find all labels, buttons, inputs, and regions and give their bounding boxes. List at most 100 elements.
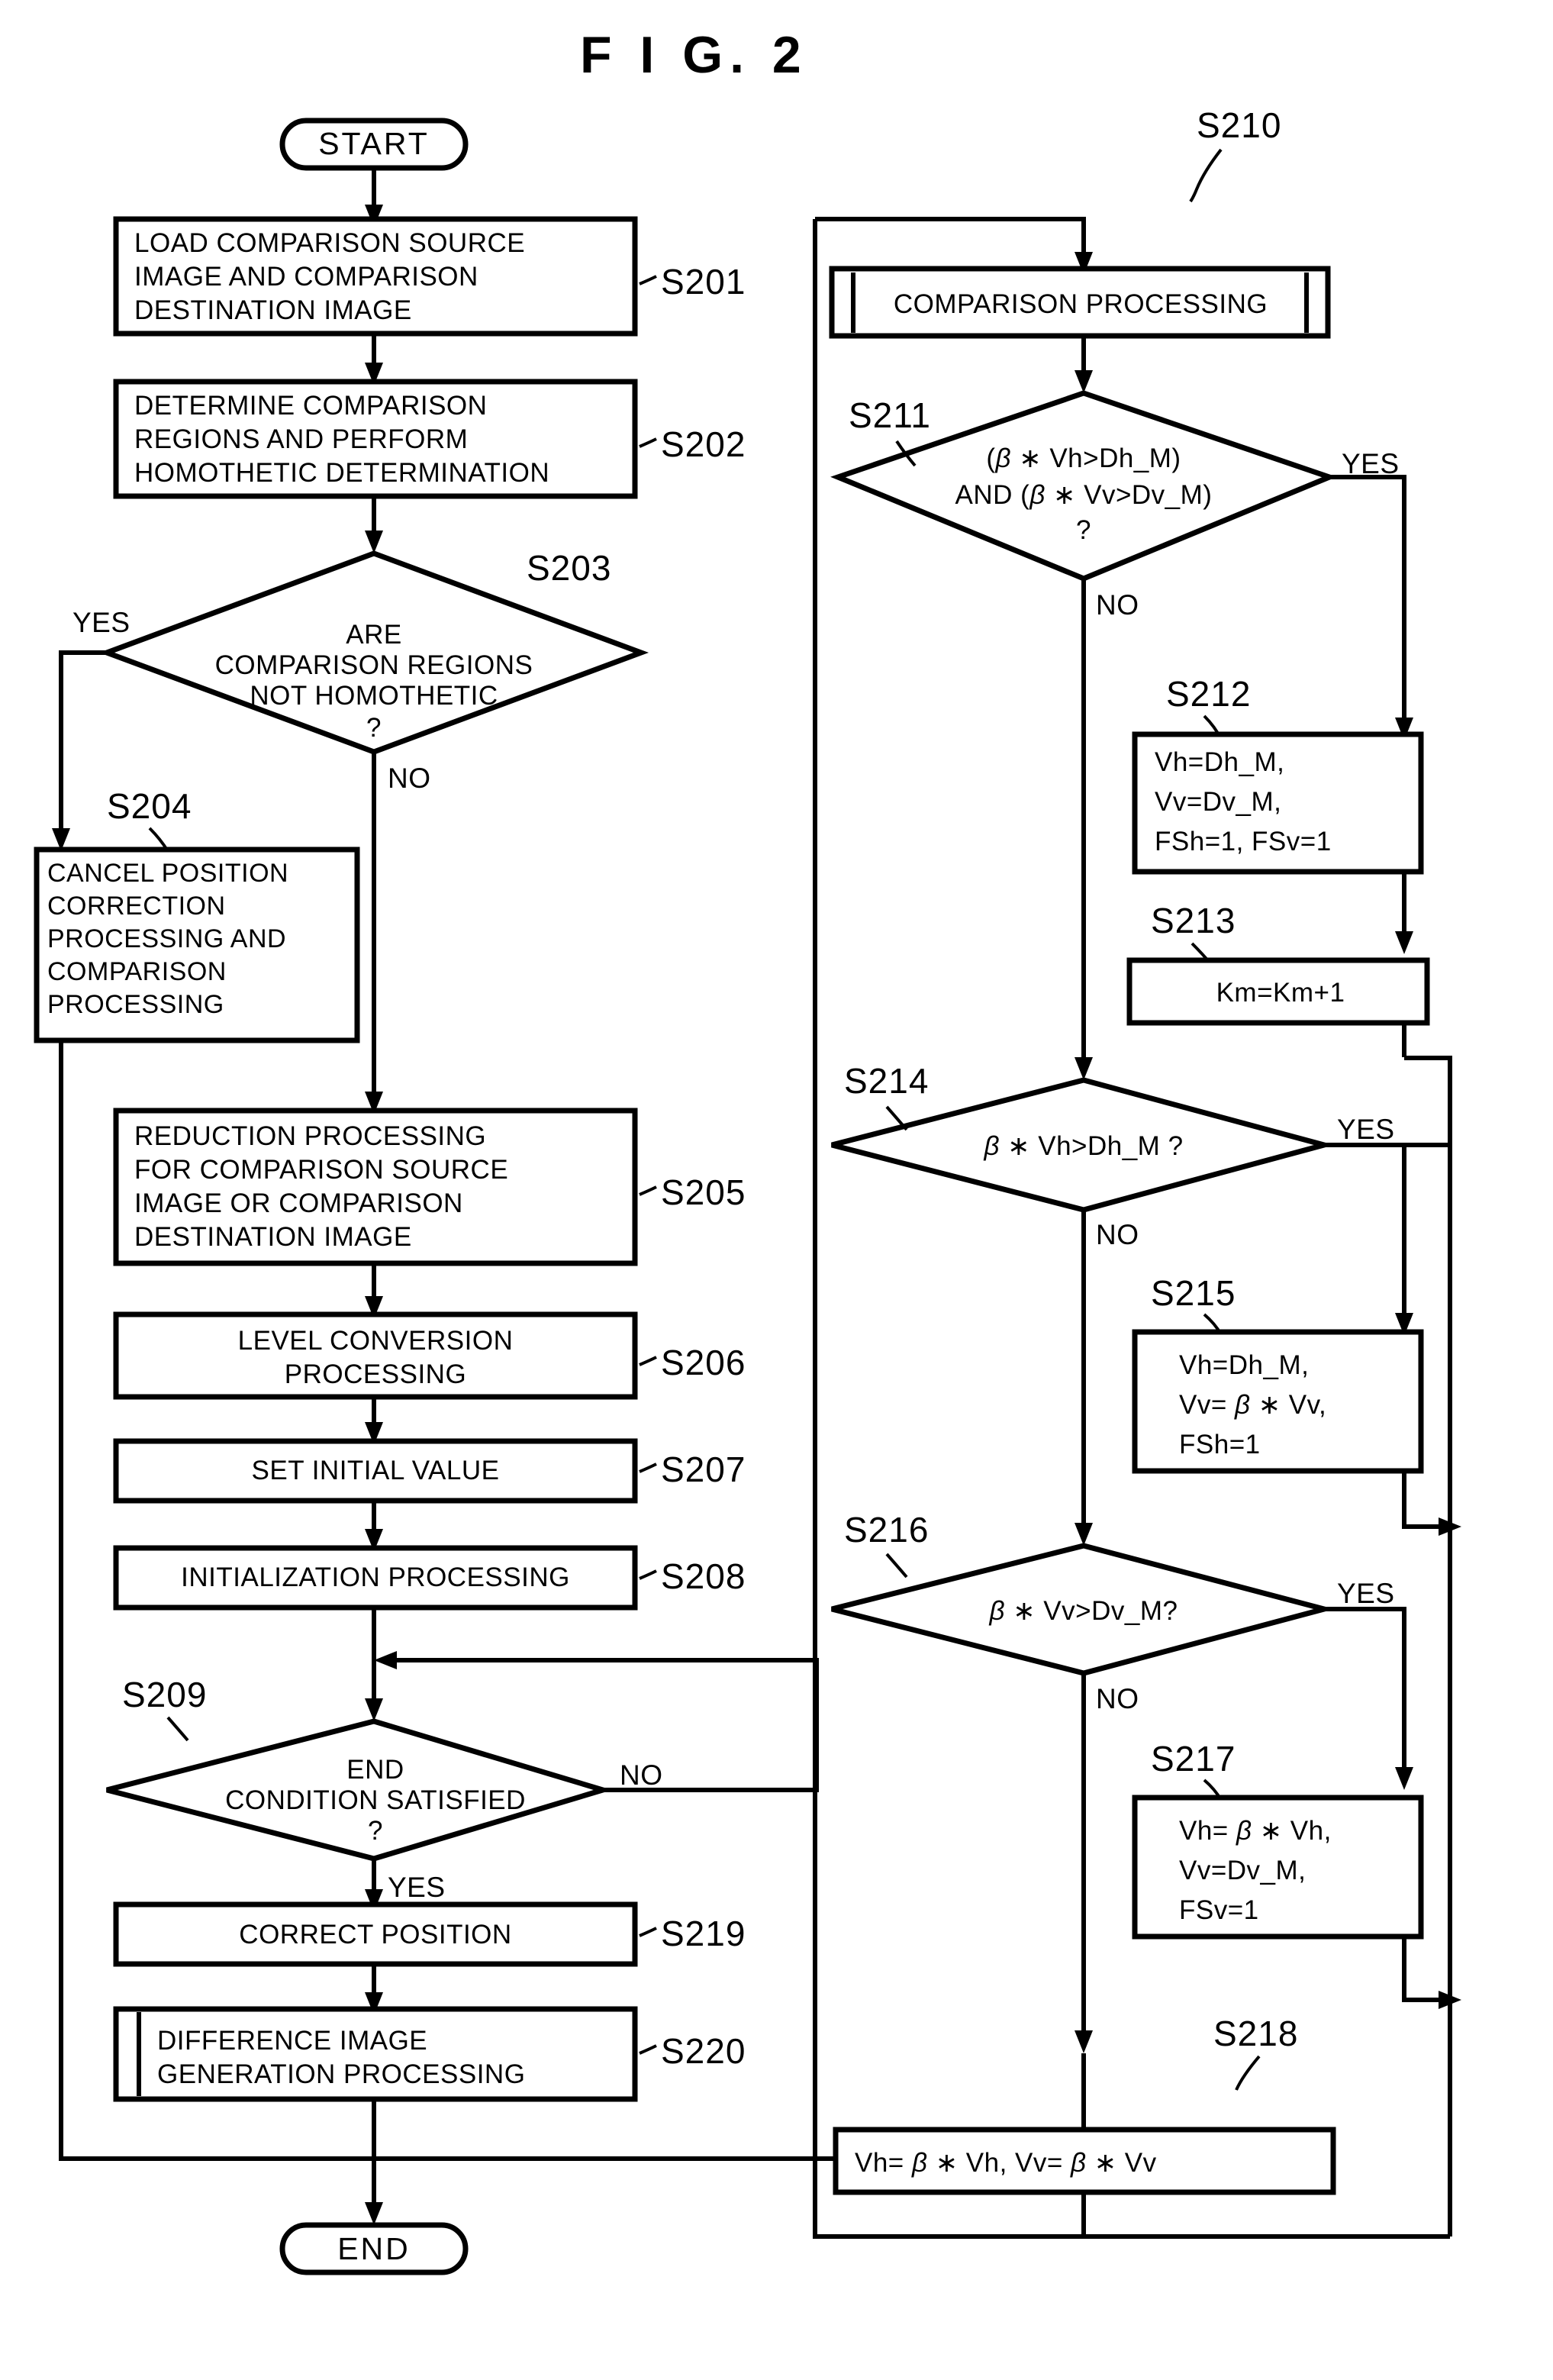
process-s206: LEVEL CONVERSION PROCESSING: [113, 1311, 638, 1400]
arrowhead: [1075, 370, 1093, 393]
s207-step-label: S207: [661, 1450, 746, 1489]
s211-no-label: NO: [1096, 589, 1139, 621]
s206-step-label: S206: [661, 1343, 746, 1382]
decision-s209: END CONDITION SATISFIED ?: [106, 1718, 613, 1862]
process-s213: Km=Km+1: [1126, 957, 1430, 1026]
s218-expr: Vh= β ∗ Vh, Vv= β ∗ Vv: [855, 2148, 1157, 2178]
s217-step-label: S217: [1151, 1739, 1236, 1779]
arrowhead: [365, 531, 383, 553]
s206-line-2: PROCESSING: [285, 1359, 466, 1389]
s213-line-1: Km=Km+1: [1216, 978, 1345, 1008]
process-s201: LOAD COMPARISON SOURCE IMAGE AND COMPARI…: [113, 216, 638, 337]
s215-step-label: S215: [1151, 1273, 1236, 1313]
s217-line-3: FSv=1: [1179, 1895, 1259, 1925]
arrowhead: [1395, 1767, 1413, 1790]
start-terminator: START: [279, 118, 469, 171]
process-s219: CORRECT POSITION: [113, 1901, 638, 1967]
s215-line-1: Vh=Dh_M,: [1179, 1350, 1309, 1380]
s207-line-1: SET INITIAL VALUE: [252, 1456, 500, 1485]
s203-step-label: S203: [527, 548, 611, 588]
s201-line-1: LOAD COMPARISON SOURCE: [134, 228, 525, 258]
s208-line-1: INITIALIZATION PROCESSING: [181, 1562, 570, 1592]
s217-line-1: Vh= β ∗ Vh,: [1179, 1816, 1332, 1846]
s203-yes-label: YES: [72, 607, 130, 638]
s209-no-label: NO: [620, 1759, 663, 1791]
s202-line-3: HOMOTHETIC DETERMINATION: [134, 458, 549, 488]
process-s212: Vh=Dh_M, Vv=Dv_M, FSh=1, FSv=1: [1132, 731, 1424, 875]
s204-line-4: COMPARISON: [47, 957, 227, 986]
s201-line-3: DESTINATION IMAGE: [134, 295, 412, 325]
s218-step-label: S218: [1213, 2014, 1298, 2053]
process-s217: Vh= β ∗ Vh, Vv=Dv_M, FSv=1: [1132, 1795, 1424, 1940]
process-s202: DETERMINE COMPARISON REGIONS AND PERFORM…: [113, 379, 638, 499]
s217-line-2: Vv=Dv_M,: [1179, 1856, 1306, 1885]
s220-step-label: S220: [661, 2031, 746, 2071]
s202-step-label: S202: [661, 424, 746, 464]
s210-line-1: COMPARISON PROCESSING: [894, 289, 1268, 319]
arrowhead: [1395, 931, 1413, 954]
figure-title: F I G. 2: [580, 26, 808, 84]
figure-2-flowchart: F I G. 2 START LOAD COMPARISON SOURCE IM…: [0, 0, 1553, 2380]
end-label: END: [337, 2231, 411, 2266]
s204-line-2: CORRECTION: [47, 892, 226, 921]
s220-line-2: GENERATION PROCESSING: [157, 2059, 525, 2089]
s203-line-3: NOT HOMOTHETIC: [250, 681, 498, 711]
s215-line-3: FSh=1: [1179, 1430, 1261, 1459]
s205-line-1: REDUCTION PROCESSING: [134, 1121, 486, 1151]
start-label: START: [318, 126, 430, 161]
predefined-process-s220: DIFFERENCE IMAGE GENERATION PROCESSING: [113, 2006, 638, 2102]
s214-no-label: NO: [1096, 1219, 1139, 1250]
s205-line-3: IMAGE OR COMPARISON: [134, 1188, 463, 1218]
s211-yes-label: YES: [1342, 448, 1400, 479]
process-s218: Vh= β ∗ Vh, Vv= β ∗ Vv: [833, 2127, 1336, 2195]
s214-yes-label: YES: [1337, 1114, 1395, 1145]
s212-line-1: Vh=Dh_M,: [1155, 747, 1284, 777]
process-s204: CANCEL POSITION CORRECTION PROCESSING AN…: [34, 847, 360, 1043]
arrowhead: [365, 1698, 383, 1721]
predefined-process-s210: COMPARISON PROCESSING: [829, 266, 1331, 339]
s202-line-2: REGIONS AND PERFORM: [134, 424, 468, 454]
s209-line-1: END: [346, 1755, 404, 1785]
flowchart-canvas: F I G. 2 START LOAD COMPARISON SOURCE IM…: [34, 26, 1461, 2275]
s211-step-label: S211: [849, 395, 931, 435]
arrowhead: [374, 1651, 397, 1669]
s204-line-3: PROCESSING AND: [47, 924, 286, 953]
process-s215: Vh=Dh_M, Vv= β ∗ Vv, FSh=1: [1132, 1329, 1424, 1474]
s204-line-1: CANCEL POSITION: [47, 859, 288, 888]
s211-line-2: AND (β ∗ Vv>Dv_M): [955, 480, 1213, 510]
decision-s216: β ∗ Vv>Dv_M?: [831, 1543, 1335, 1676]
s216-expr: β ∗ Vv>Dv_M?: [989, 1596, 1178, 1626]
s206-line-1: LEVEL CONVERSION: [238, 1326, 514, 1356]
s214-expr: β ∗ Vh>Dh_M ?: [983, 1131, 1183, 1161]
arrowhead: [1075, 1057, 1093, 1080]
process-s208: INITIALIZATION PROCESSING: [113, 1545, 638, 1611]
s211-line-1: (β ∗ Vh>Dh_M): [986, 443, 1181, 473]
s219-step-label: S219: [661, 1914, 746, 1953]
arrowhead: [365, 2202, 383, 2225]
s216-yes-label: YES: [1337, 1578, 1395, 1609]
arrowhead: [1075, 1523, 1093, 1546]
s209-line-3: ?: [368, 1816, 383, 1846]
arrowhead: [1075, 2030, 1093, 2053]
s215-line-2: Vv= β ∗ Vv,: [1179, 1390, 1326, 1420]
s203-line-4: ?: [366, 713, 382, 743]
process-s205: REDUCTION PROCESSING FOR COMPARISON SOUR…: [113, 1108, 638, 1266]
s220-line-1: DIFFERENCE IMAGE: [157, 2026, 427, 2056]
s201-line-2: IMAGE AND COMPARISON: [134, 262, 478, 292]
s213-step-label: S213: [1151, 901, 1236, 940]
s216-no-label: NO: [1096, 1683, 1139, 1714]
s214-step-label: S214: [844, 1061, 929, 1101]
s210-step-label: S210: [1197, 105, 1281, 145]
s219-line-1: CORRECT POSITION: [239, 1920, 511, 1949]
s212-line-2: Vv=Dv_M,: [1155, 787, 1281, 817]
s204-line-5: PROCESSING: [47, 990, 224, 1019]
s209-line-2: CONDITION SATISFIED: [225, 1785, 526, 1815]
s211-line-3: ?: [1076, 515, 1091, 545]
process-s207: SET INITIAL VALUE: [113, 1438, 638, 1504]
s205-line-2: FOR COMPARISON SOURCE: [134, 1155, 508, 1185]
s209-yes-label: YES: [388, 1872, 446, 1903]
s216-step-label: S216: [844, 1510, 929, 1550]
s205-step-label: S205: [661, 1172, 746, 1212]
end-terminator: END: [279, 2222, 469, 2275]
s203-line-2: COMPARISON REGIONS: [215, 650, 533, 680]
